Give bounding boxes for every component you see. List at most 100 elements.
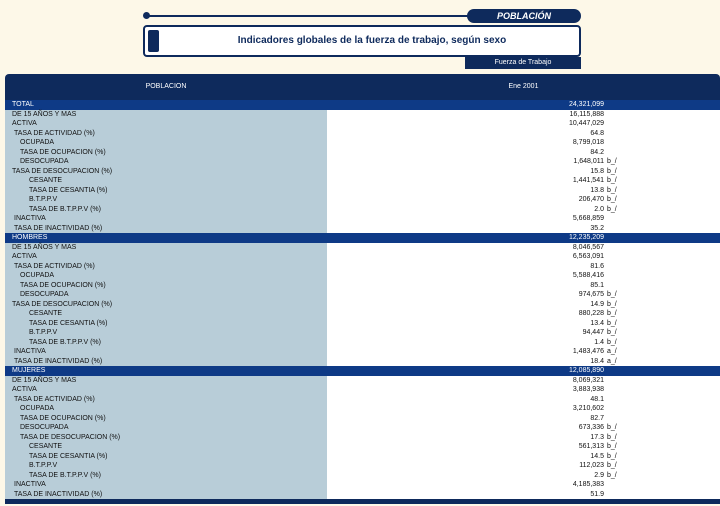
row-value: 1,648,011 <box>573 158 604 165</box>
row-value-cell: 2.9 b_/ <box>327 470 720 480</box>
row-value: 974,675 <box>578 291 604 298</box>
row-label: INACTIVA <box>5 480 327 490</box>
row-value: 6,563,091 <box>572 253 604 260</box>
row-label: TASA DE CESANTIA (%) <box>5 451 327 461</box>
row-label: TASA DE B.T.P.P.V (%) <box>5 337 327 347</box>
row-value-cell: 3,210,602 <box>327 404 720 414</box>
row-value: 14.5 <box>590 452 604 460</box>
row-value: 24,321,099 <box>568 101 604 108</box>
table-row: TASA DE INACTIVIDAD (%) 18.4 a_/ <box>5 356 720 366</box>
page-title: Indicadores globales de la fuerza de tra… <box>237 35 507 46</box>
row-value-cell: 880,228 b_/ <box>327 309 720 319</box>
row-footnote: b_/ <box>607 158 617 165</box>
row-value-cell: 48.1 <box>327 394 720 404</box>
section-label: POBLACIÓN <box>467 9 581 23</box>
row-label: DESOCUPADA <box>5 423 327 433</box>
row-value-cell: 4,185,383 <box>327 480 720 490</box>
row-label: TASA DE INACTIVIDAD (%) <box>5 223 327 233</box>
table-row: TASA DE CESANTIA (%) 13.8 b_/ <box>5 185 720 195</box>
row-label: TASA DE ACTIVIDAD (%) <box>5 394 327 404</box>
table-row: ACTIVA 3,883,938 <box>5 385 720 395</box>
report-header: POBLACIÓN Indicadores globales de la fue… <box>0 0 720 72</box>
row-label: TASA DE DESOCUPACION (%) <box>5 432 327 442</box>
row-value: 5,588,416 <box>572 272 604 279</box>
row-value: 18.4 <box>590 357 604 365</box>
table-row: DESOCUPADA 974,675 b_/ <box>5 290 720 300</box>
row-value: 85.1 <box>590 281 604 289</box>
table-row: OCUPADA 8,799,018 <box>5 138 720 148</box>
row-label: DESOCUPADA <box>5 290 327 300</box>
table-row: DESOCUPADA 1,648,011 b_/ <box>5 157 720 167</box>
row-label: DE 15 AÑOS Y MAS <box>5 109 327 119</box>
row-footnote: b_/ <box>607 186 617 194</box>
row-label: INACTIVA <box>5 347 327 357</box>
row-value-cell: 1,483,476 a_/ <box>327 347 720 357</box>
row-value: 112,023 <box>579 462 604 469</box>
row-value: 15.8 <box>590 167 604 175</box>
table-row: DE 15 AÑOS Y MAS 8,046,567 <box>5 242 720 252</box>
row-value: 1,441,541 <box>572 177 604 184</box>
row-footnote: b_/ <box>607 167 617 175</box>
row-label: CESANTE <box>5 176 327 186</box>
row-value-cell: 561,313 b_/ <box>327 442 720 452</box>
table-row: TASA DE DESOCUPACION (%) 15.8 b_/ <box>5 166 720 176</box>
row-value-cell: 16,115,888 <box>327 109 720 119</box>
section-row: MUJERES 12,085,890 <box>5 366 720 376</box>
row-value: 673,336 <box>578 424 604 431</box>
row-label: OCUPADA <box>5 271 327 281</box>
table-row: TASA DE INACTIVIDAD (%) 35.2 <box>5 223 720 233</box>
row-label: OCUPADA <box>5 404 327 414</box>
row-value-cell: 1,648,011 b_/ <box>327 157 720 167</box>
row-value-cell: 94,447 b_/ <box>327 328 720 338</box>
row-value-cell: 206,470 b_/ <box>327 195 720 205</box>
row-footnote: b_/ <box>607 471 617 479</box>
table-row: INACTIVA 4,185,383 <box>5 480 720 490</box>
row-value-cell: 5,668,859 <box>327 214 720 224</box>
row-footnote: b_/ <box>607 300 617 308</box>
row-label: TASA DE INACTIVIDAD (%) <box>5 356 327 366</box>
row-label: TASA DE ACTIVIDAD (%) <box>5 261 327 271</box>
row-label: ACTIVA <box>5 119 327 129</box>
table-row: DESOCUPADA 673,336 b_/ <box>5 423 720 433</box>
row-value: 1,483,476 <box>572 348 604 355</box>
row-footnote: b_/ <box>607 319 617 327</box>
row-value: 14.9 <box>590 300 604 308</box>
row-label: DE 15 AÑOS Y MAS <box>5 242 327 252</box>
row-value-cell: 14.9 b_/ <box>327 299 720 309</box>
row-value-cell: 13.4 b_/ <box>327 318 720 328</box>
row-label: B.T.P.P.V <box>5 328 327 338</box>
row-value: 561,313 <box>578 443 604 450</box>
row-value-cell: 12,085,890 <box>327 366 720 376</box>
row-footnote: b_/ <box>607 205 617 213</box>
row-value: 12,235,209 <box>568 234 604 241</box>
row-value-cell: 112,023 b_/ <box>327 461 720 471</box>
row-label: DE 15 AÑOS Y MAS <box>5 375 327 385</box>
row-label: TASA DE CESANTIA (%) <box>5 185 327 195</box>
row-value-cell: 8,799,018 <box>327 138 720 148</box>
row-value: 82.7 <box>590 414 604 422</box>
table-row: TASA DE OCUPACION (%) 82.7 <box>5 413 720 423</box>
row-value-cell: 24,321,099 <box>327 100 720 110</box>
row-value-cell: 10,447,029 <box>327 119 720 129</box>
row-footnote: b_/ <box>607 452 617 460</box>
row-footnote: b_/ <box>607 462 617 469</box>
row-value-cell: 8,069,321 <box>327 375 720 385</box>
row-footnote: b_/ <box>607 424 617 431</box>
table-row: ACTIVA 6,563,091 <box>5 252 720 262</box>
row-value: 3,883,938 <box>572 386 604 393</box>
table-row: CESANTE 1,441,541 b_/ <box>5 176 720 186</box>
row-footnote: b_/ <box>607 177 617 184</box>
section-row: TOTAL 24,321,099 <box>5 100 720 110</box>
row-value-cell: 17.3 b_/ <box>327 432 720 442</box>
table-row: INACTIVA 5,668,859 <box>5 214 720 224</box>
table-row: CESANTE 561,313 b_/ <box>5 442 720 452</box>
row-value-cell: 8,046,567 <box>327 242 720 252</box>
row-label: CESANTE <box>5 309 327 319</box>
table-row: ACTIVA 10,447,029 <box>5 119 720 129</box>
row-footnote: a_/ <box>607 348 617 355</box>
table-header: POBLACION Ene 2001 <box>5 74 720 100</box>
row-value: 5,668,859 <box>572 215 604 222</box>
row-value: 12,085,890 <box>568 367 604 374</box>
row-value-cell: 85.1 <box>327 280 720 290</box>
row-value-cell: 5,588,416 <box>327 271 720 281</box>
